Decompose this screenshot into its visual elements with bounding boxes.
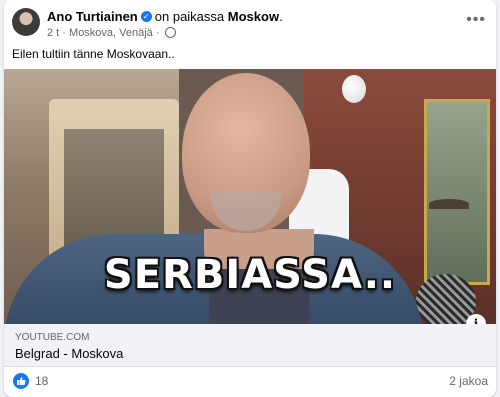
link-preview[interactable]: YOUTUBE.COM Belgrad - Moskova bbox=[4, 324, 496, 367]
like-count[interactable]: 18 bbox=[35, 374, 48, 388]
more-options-icon[interactable]: ••• bbox=[466, 12, 486, 28]
post-time[interactable]: 2 t bbox=[47, 27, 59, 39]
globe-icon bbox=[164, 26, 176, 38]
background-umbrella bbox=[429, 199, 469, 209]
post-meta: 2 t · Moskova, Venäjä · bbox=[47, 26, 176, 39]
reactions-bar: 18 2 jakoa bbox=[4, 366, 496, 397]
author-line: Ano Turtiainen ✓ on paikassa Moskow. bbox=[47, 9, 283, 24]
meta-separator-2: · bbox=[155, 27, 160, 39]
meta-separator: · bbox=[62, 27, 66, 39]
location-prefix: on paikassa bbox=[154, 9, 225, 24]
post-place: Moskova, Venäjä bbox=[69, 27, 153, 39]
author-avatar[interactable] bbox=[12, 8, 40, 36]
post-text: Eilen tultiin tänne Moskovaan.. bbox=[12, 47, 175, 61]
location-link[interactable]: Moskow bbox=[228, 9, 279, 24]
location-suffix: . bbox=[279, 9, 283, 24]
video-caption: SERBIASSA.. bbox=[103, 252, 397, 298]
background-lamp bbox=[342, 75, 366, 103]
video-thumbnail[interactable]: SERBIASSA.. i bbox=[4, 69, 496, 324]
link-domain: YOUTUBE.COM bbox=[15, 332, 90, 343]
like-icon[interactable] bbox=[13, 373, 29, 389]
author-name[interactable]: Ano Turtiainen bbox=[47, 9, 138, 24]
link-title[interactable]: Belgrad - Moskova bbox=[15, 346, 123, 361]
verified-badge-icon: ✓ bbox=[140, 11, 152, 23]
thumbs-up-glyph bbox=[17, 377, 26, 385]
share-count[interactable]: 2 jakoa bbox=[449, 374, 488, 388]
post-card: Ano Turtiainen ✓ on paikassa Moskow. 2 t ·… bbox=[4, 0, 496, 397]
post-header: Ano Turtiainen ✓ on paikassa Moskow. 2 t ·… bbox=[4, 0, 496, 44]
